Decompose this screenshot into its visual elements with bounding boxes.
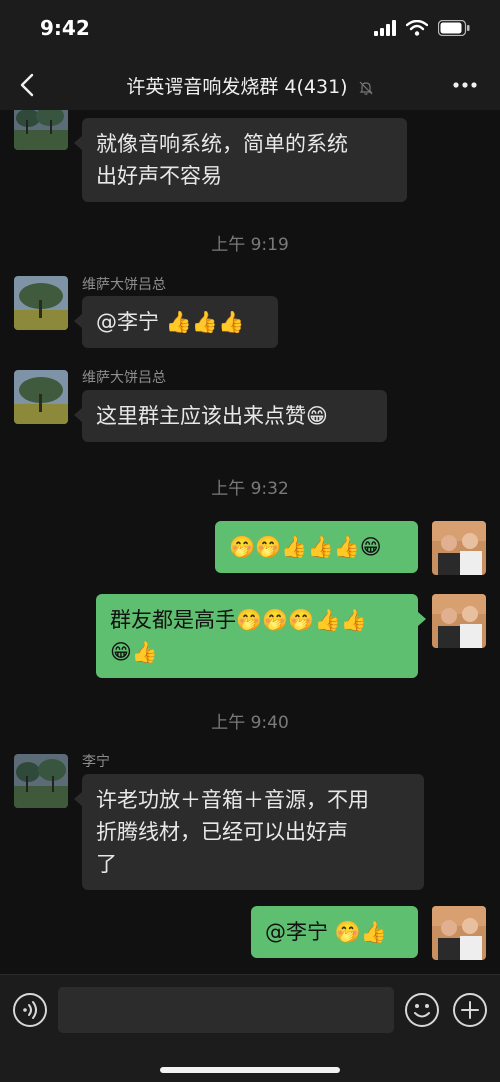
- message-bubble[interactable]: 许老功放＋音箱＋音源，不用 折腾线材，已经可以出好声 了: [74, 774, 424, 890]
- voice-icon[interactable]: [12, 992, 48, 1028]
- chat-title-group: 许英谔音响发烧群 4(431): [0, 72, 500, 99]
- message-text: 许老功放＋音箱＋音源，不用: [96, 788, 369, 812]
- message-text: 这里群主应该出来点赞😁: [96, 404, 328, 428]
- timestamp: 上午 9:32: [211, 479, 289, 499]
- avatar[interactable]: [432, 906, 486, 960]
- message-bubble[interactable]: 群友都是高手🤭🤭🤭👍👍 😁👍: [96, 594, 426, 678]
- avatar[interactable]: [14, 110, 68, 150]
- status-bar: 9:42: [0, 0, 500, 60]
- chat-messages[interactable]: 就像音响系统，简单的系统 出好声不容易 上午 9:19 维萨大饼吕总 @李宁 👍…: [0, 110, 500, 974]
- avatar[interactable]: [432, 521, 486, 575]
- wifi-icon: [406, 20, 428, 36]
- message-bubble[interactable]: @李宁 👍👍👍: [74, 296, 278, 348]
- message-input[interactable]: [58, 987, 394, 1033]
- bell-slash-icon: [359, 81, 373, 95]
- message-text: @李宁 🤭👍: [265, 920, 387, 944]
- message-text: 出好声不容易: [96, 164, 222, 188]
- chevron-left-icon[interactable]: [14, 70, 44, 100]
- timestamp: 上午 9:40: [211, 713, 289, 733]
- message-text: @李宁 👍👍👍: [96, 310, 245, 334]
- sender-name: 维萨大饼吕总: [82, 370, 166, 386]
- battery-icon: [438, 20, 470, 36]
- message-bubble[interactable]: 这里群主应该出来点赞😁: [74, 390, 387, 442]
- avatar[interactable]: [14, 276, 68, 330]
- timestamp: 上午 9:19: [211, 235, 289, 255]
- message-text: 了: [96, 852, 117, 876]
- status-icons: [374, 20, 470, 36]
- ellipsis-icon[interactable]: [452, 78, 478, 92]
- input-bar: [0, 974, 500, 1082]
- message-text: 群友都是高手🤭🤭🤭👍👍: [110, 608, 367, 632]
- chat-title: 许英谔音响发烧群 4(431): [126, 76, 348, 98]
- avatar[interactable]: [14, 370, 68, 424]
- message-text: 就像音响系统，简单的系统: [96, 132, 348, 156]
- message-bubble[interactable]: 🤭🤭👍👍👍😁: [215, 521, 418, 573]
- message-bubble[interactable]: 就像音响系统，简单的系统 出好声不容易: [74, 118, 407, 202]
- sender-name: 维萨大饼吕总: [82, 277, 166, 293]
- sender-name: 李宁: [82, 754, 110, 770]
- message-bubble[interactable]: @李宁 🤭👍: [251, 906, 418, 958]
- emoji-icon[interactable]: [404, 992, 440, 1028]
- message-text: 😁👍: [110, 640, 159, 664]
- avatar[interactable]: [432, 594, 486, 648]
- plus-icon[interactable]: [452, 992, 488, 1028]
- nav-bar: 许英谔音响发烧群 4(431): [0, 60, 500, 110]
- message-text: 折腾线材，已经可以出好声: [96, 820, 348, 844]
- avatar[interactable]: [14, 754, 68, 808]
- cellular-signal-icon: [374, 20, 396, 36]
- home-indicator: [160, 1067, 340, 1073]
- message-text: 🤭🤭👍👍👍😁: [229, 535, 382, 559]
- status-time: 9:42: [40, 16, 90, 40]
